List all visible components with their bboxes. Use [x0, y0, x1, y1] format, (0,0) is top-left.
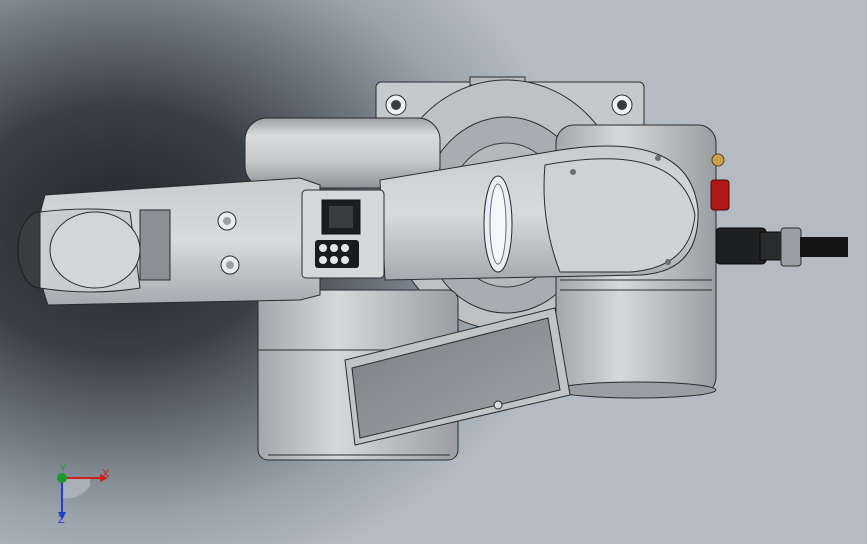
y-axis-label: Y: [60, 463, 67, 473]
z-axis-label: Z: [58, 514, 65, 526]
cad-model-viewport[interactable]: X Y Z: [0, 0, 867, 544]
connector-panel: [301, 189, 385, 279]
wrist-end-cap: [17, 208, 141, 293]
red-connector: [710, 153, 730, 211]
pin-connector: [315, 240, 359, 268]
robot-arm-model[interactable]: [0, 0, 867, 544]
axis-triad: X Y Z: [40, 462, 120, 532]
y-axis-dot: [57, 473, 67, 483]
x-axis-label: X: [102, 468, 110, 480]
cable-connector: [715, 227, 848, 267]
